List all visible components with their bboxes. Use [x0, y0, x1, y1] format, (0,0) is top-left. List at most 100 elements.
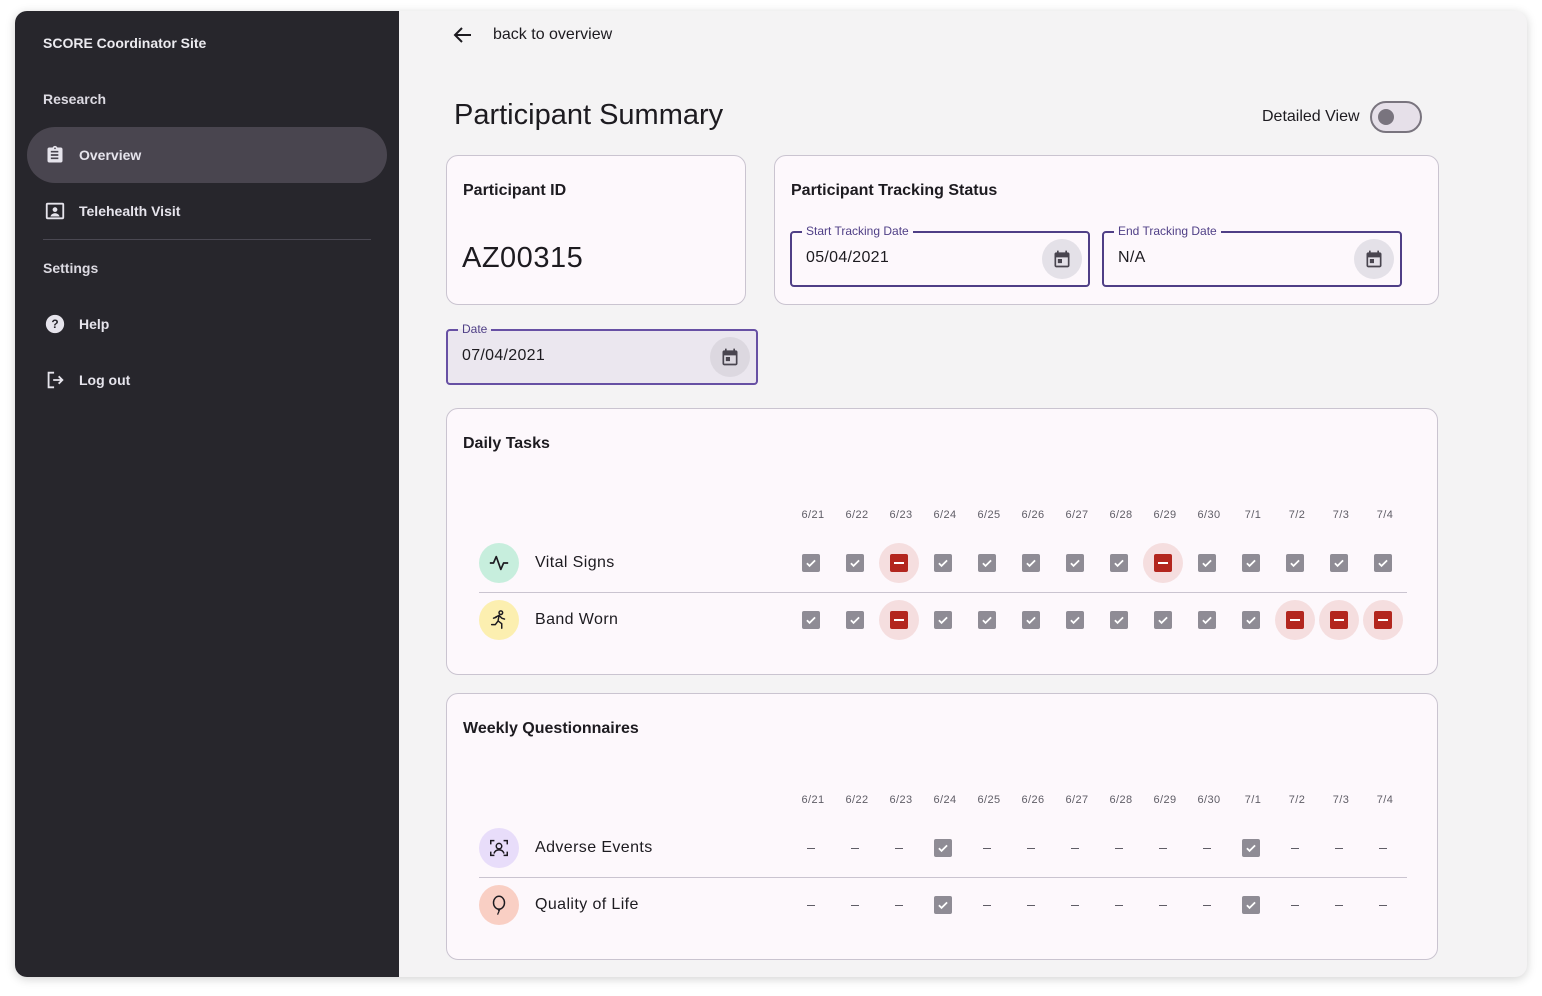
completed-checkbox-icon	[1143, 600, 1183, 640]
video-person-icon	[43, 199, 67, 223]
date-filter-label: Date	[458, 322, 492, 336]
date-column-header: 6/27	[1065, 794, 1089, 806]
weekly-questionnaires-card: Weekly Questionnaires 6/21 6/22 6/23 6/24 6/…	[446, 693, 1438, 960]
completed-checkbox-icon	[1231, 885, 1271, 925]
missed-indicator-icon	[879, 600, 919, 640]
date-column-header: 7/4	[1376, 794, 1394, 806]
no-data-dash	[1143, 885, 1183, 925]
no-data-dash	[1363, 885, 1403, 925]
completed-checkbox-icon	[967, 600, 1007, 640]
date-column-header: 6/28	[1109, 509, 1133, 521]
back-to-overview-link[interactable]: back to overview	[451, 23, 612, 47]
date-column-header: 6/26	[1021, 509, 1045, 521]
sidebar-item-help[interactable]: ? Help	[27, 296, 387, 352]
participant-id-value: AZ00315	[462, 242, 584, 274]
no-data-dash	[1363, 828, 1403, 868]
date-column-header: 7/2	[1288, 509, 1306, 521]
site-title: SCORE Coordinator Site	[43, 35, 207, 51]
daily-tasks-title: Daily Tasks	[463, 435, 550, 452]
date-column-header: 6/22	[845, 794, 869, 806]
date-column-header: 6/21	[801, 509, 825, 521]
detailed-view-switch[interactable]	[1369, 101, 1422, 133]
sidebar-item-log-out[interactable]: Log out	[27, 352, 387, 408]
no-data-dash	[967, 828, 1007, 868]
completed-checkbox-icon	[1099, 600, 1139, 640]
date-column-header: 6/24	[933, 509, 957, 521]
no-data-dash	[1187, 828, 1227, 868]
completed-checkbox-icon	[1011, 600, 1051, 640]
start-tracking-date-label: Start Tracking Date	[802, 224, 913, 238]
person-scan-icon	[479, 828, 519, 868]
calendar-icon[interactable]	[1354, 239, 1394, 279]
date-column-header: 7/2	[1288, 794, 1306, 806]
no-data-dash	[967, 885, 1007, 925]
daily-tasks-card: Daily Tasks 6/21 6/22 6/23 6/24 6/25 6/26 6/27…	[446, 408, 1438, 675]
sidebar-item-label: Overview	[79, 147, 142, 163]
completed-checkbox-icon	[1011, 543, 1051, 583]
calendar-icon[interactable]	[1042, 239, 1082, 279]
detailed-view-toggle-group: Detailed View	[1262, 101, 1422, 133]
completed-checkbox-icon	[1055, 543, 1095, 583]
calendar-icon[interactable]	[710, 337, 750, 377]
no-data-dash	[791, 828, 831, 868]
missed-indicator-icon	[1143, 543, 1183, 583]
completed-checkbox-icon	[923, 828, 963, 868]
completed-checkbox-icon	[1187, 600, 1227, 640]
date-column-header: 6/28	[1109, 794, 1133, 806]
date-column-header: 6/24	[933, 794, 957, 806]
main-content: back to overview Participant Summary Det…	[399, 11, 1527, 977]
completed-checkbox-icon	[835, 600, 875, 640]
no-data-dash	[791, 885, 831, 925]
task-row-label: Vital Signs	[535, 554, 615, 571]
task-row-label: Quality of Life	[535, 896, 639, 913]
completed-checkbox-icon	[1099, 543, 1139, 583]
switch-knob	[1377, 109, 1394, 125]
no-data-dash	[1275, 885, 1315, 925]
settings-section-label: Settings	[43, 260, 99, 276]
detailed-view-label: Detailed View	[1262, 108, 1360, 125]
date-column-header: 6/27	[1065, 509, 1089, 521]
date-column-header: 6/23	[889, 509, 913, 521]
no-data-dash	[1011, 828, 1051, 868]
no-data-dash	[1143, 828, 1183, 868]
date-column-header: 6/22	[845, 509, 869, 521]
missed-indicator-icon	[1275, 600, 1315, 640]
participant-id-card: Participant ID AZ00315	[446, 155, 746, 305]
completed-checkbox-icon	[791, 543, 831, 583]
completed-checkbox-icon	[1231, 543, 1271, 583]
end-tracking-date-field[interactable]: End Tracking Date N/A	[1102, 224, 1402, 287]
task-row-label: Adverse Events	[535, 839, 653, 856]
participant-id-title: Participant ID	[463, 182, 567, 199]
missed-indicator-icon	[1319, 600, 1359, 640]
sidebar-divider	[43, 239, 371, 240]
completed-checkbox-icon	[1363, 543, 1403, 583]
date-filter-value: 07/04/2021	[462, 347, 546, 364]
date-filter-field[interactable]: Date 07/04/2021	[446, 322, 758, 385]
app-window: SCORE Coordinator Site Research Overview…	[15, 11, 1527, 977]
no-data-dash	[1187, 885, 1227, 925]
back-link-label: back to overview	[493, 26, 613, 43]
no-data-dash	[835, 828, 875, 868]
research-section-label: Research	[43, 91, 107, 107]
no-data-dash	[1011, 885, 1051, 925]
date-column-header: 6/21	[801, 794, 825, 806]
end-tracking-date-label: End Tracking Date	[1114, 224, 1221, 238]
sidebar-item-label: Log out	[79, 372, 131, 388]
missed-indicator-icon	[879, 543, 919, 583]
date-column-header: 6/29	[1153, 509, 1177, 521]
row-divider	[479, 592, 1407, 593]
sidebar-item-overview[interactable]: Overview	[27, 127, 387, 183]
completed-checkbox-icon	[1231, 600, 1271, 640]
tracking-status-card: Participant Tracking Status Start Tracki…	[774, 155, 1439, 305]
missed-indicator-icon	[1363, 600, 1403, 640]
date-column-header: 7/3	[1332, 509, 1350, 521]
sidebar: SCORE Coordinator Site Research Overview…	[15, 11, 399, 977]
running-person-icon	[479, 600, 519, 640]
date-column-header: 6/30	[1197, 794, 1221, 806]
start-tracking-date-field[interactable]: Start Tracking Date 05/04/2021	[790, 224, 1090, 287]
no-data-dash	[1319, 828, 1359, 868]
date-column-header: 6/25	[977, 794, 1001, 806]
no-data-dash	[879, 885, 919, 925]
completed-checkbox-icon	[923, 543, 963, 583]
sidebar-item-telehealth-visit[interactable]: Telehealth Visit	[27, 183, 387, 239]
